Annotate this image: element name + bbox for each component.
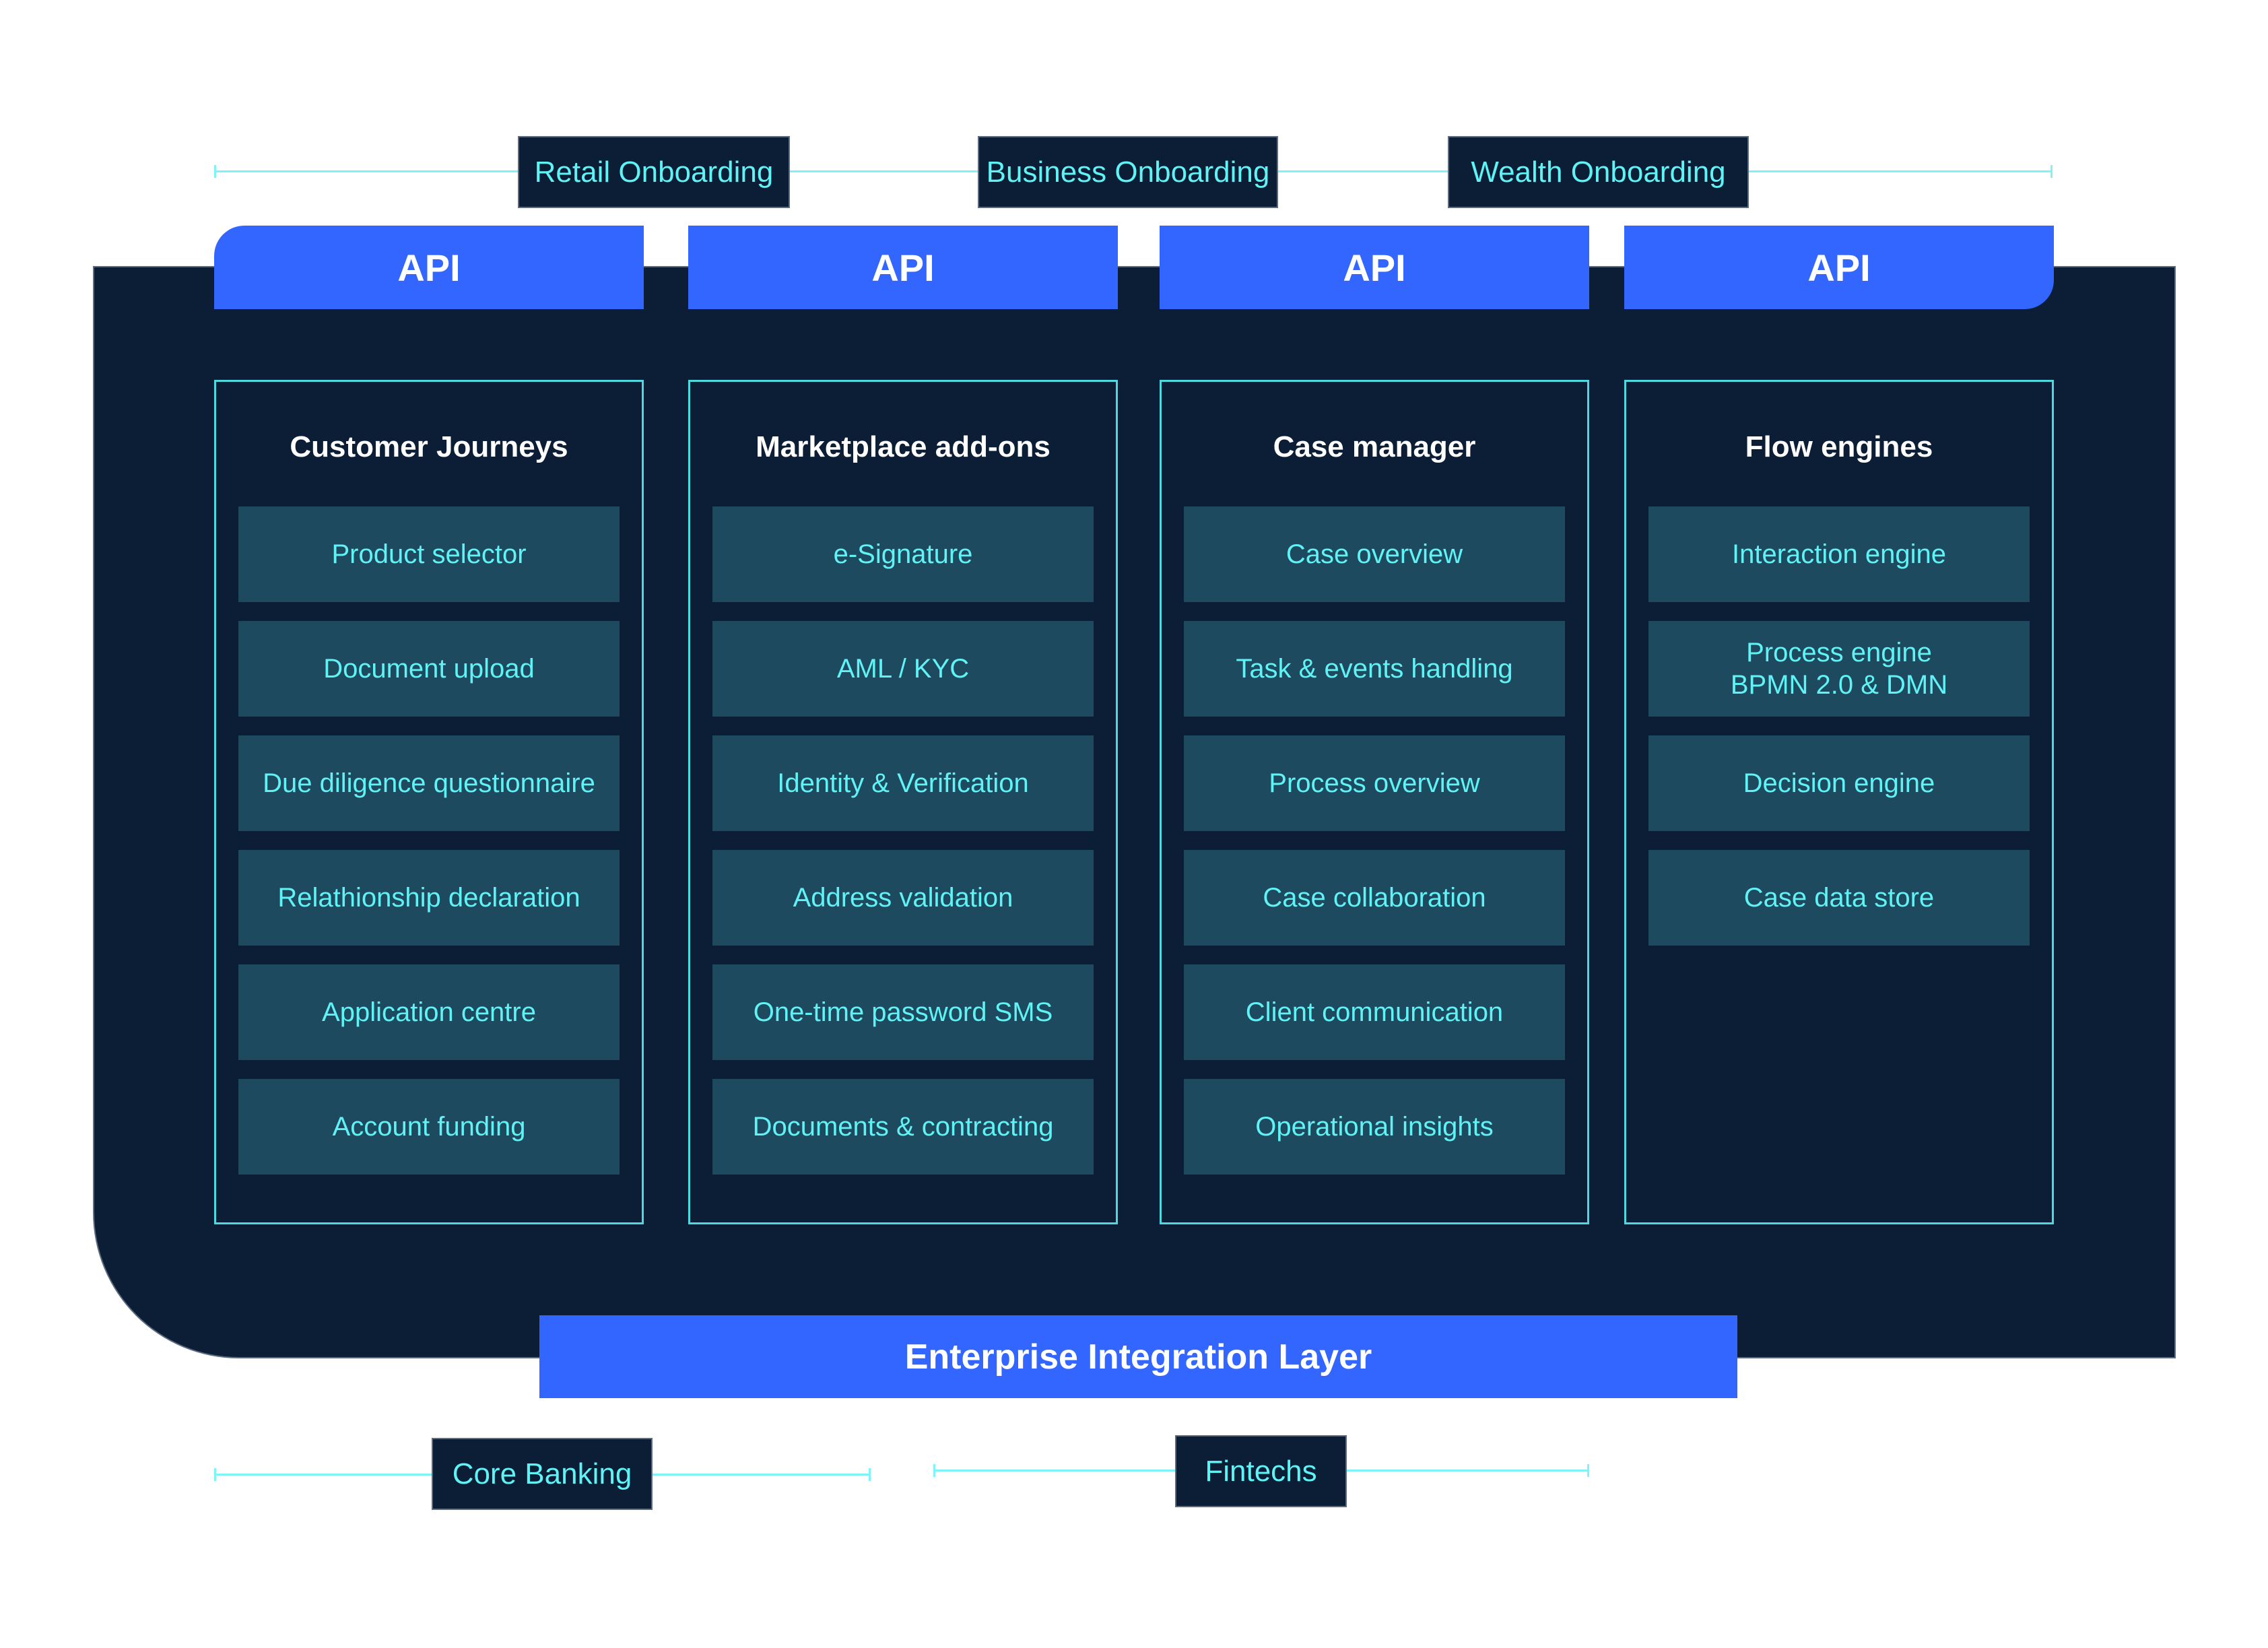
module-card: Task & events handling [1184,621,1565,717]
module-card: Product selector [238,506,620,602]
module-card: Process overview [1184,735,1565,831]
channel-wealth-onboarding: Wealth Onboarding [1449,137,1747,207]
column-title: Case manager [1273,430,1476,463]
module-card: Interaction engine [1648,506,2030,602]
system-label: Core Banking [452,1457,632,1490]
module-card: Application centre [238,964,620,1060]
api-tab-marketplace: API [688,226,1118,309]
module-card: Case collaboration [1184,850,1565,946]
module-card: Address validation [712,850,1094,946]
system-core-banking: Core Banking [433,1439,651,1509]
module-card: Account funding [238,1079,620,1175]
column-marketplace-add-ons: Marketplace add-ons e-Signature AML / KY… [688,380,1118,1224]
column-title: Customer Journeys [290,430,568,463]
module-card: Relathionship declaration [238,850,620,946]
column-case-manager: Case manager Case overview Task & events… [1160,380,1589,1224]
api-tab-flow-engines: API [1624,226,2054,309]
module-card: Operational insights [1184,1079,1565,1175]
api-label: API [397,246,461,289]
module-card: One-time password SMS [712,964,1094,1060]
module-card: Process engine BPMN 2.0 & DMN [1648,621,2030,717]
enterprise-integration-layer: Enterprise Integration Layer [539,1315,1737,1398]
api-label: API [1343,246,1406,289]
module-card: Identity & Verification [712,735,1094,831]
module-card: e-Signature [712,506,1094,602]
column-customer-journeys: Customer Journeys Product selector Docum… [214,380,644,1224]
module-card: Documents & contracting [712,1079,1094,1175]
module-card: Decision engine [1648,735,2030,831]
column-title: Marketplace add-ons [756,430,1050,463]
system-label: Fintechs [1205,1454,1317,1488]
channel-label: Business Onboarding [986,155,1270,189]
channel-label: Retail Onboarding [534,155,774,189]
module-card: Case data store [1648,850,2030,946]
channel-business-onboarding: Business Onboarding [979,137,1277,207]
api-label: API [1807,246,1871,289]
integration-layer-label: Enterprise Integration Layer [904,1337,1372,1377]
module-card: AML / KYC [712,621,1094,717]
module-card: Client communication [1184,964,1565,1060]
module-card: Due diligence questionnaire [238,735,620,831]
api-tab-customer-journeys: API [214,226,644,309]
api-tab-case-manager: API [1160,226,1589,309]
module-card: Document upload [238,621,620,717]
column-title: Flow engines [1745,430,1933,463]
column-flow-engines: Flow engines Interaction engine Process … [1624,380,2054,1224]
module-card: Case overview [1184,506,1565,602]
channel-label: Wealth Onboarding [1471,155,1726,189]
system-fintechs: Fintechs [1176,1437,1345,1506]
channel-retail-onboarding: Retail Onboarding [519,137,789,207]
api-label: API [871,246,935,289]
